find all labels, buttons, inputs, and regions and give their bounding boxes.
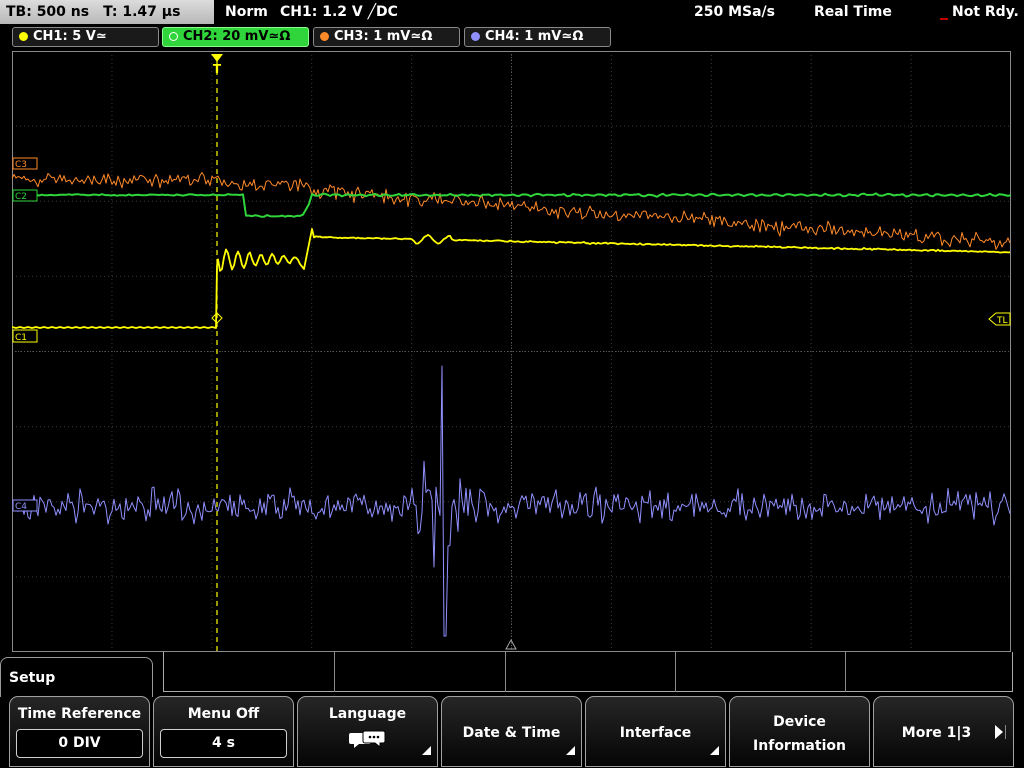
softkey-label: More 1|3 <box>901 725 972 741</box>
ch1-ground-marker[interactable]: C1 <box>12 329 38 343</box>
ready-status: Not Rdy. <box>952 4 1019 20</box>
timebase-value: TB: 500 ns <box>6 4 90 20</box>
softkey-label: Date & Time <box>462 725 561 741</box>
strip-divider <box>675 652 676 692</box>
divider <box>1005 725 1006 739</box>
ch4-ground-marker[interactable]: C4 <box>12 499 38 512</box>
language-softkey[interactable]: Language <box>297 696 438 767</box>
submenu-indicator-icon <box>422 746 431 755</box>
acquisition-mode: Real Time <box>814 4 892 20</box>
speech-bubbles-icon <box>348 730 385 749</box>
channel-tab-ch4[interactable]: CH4: 1 mV≃Ω <box>464 27 611 47</box>
waveform-canvas[interactable]: T C3 C2 C1 C4 TL <box>12 51 1011 652</box>
channel-dot-icon <box>19 32 28 41</box>
channel-tab-label: CH4: 1 mV≃Ω <box>485 29 584 44</box>
setup-menu-title[interactable]: Setup <box>0 657 153 697</box>
softkey-bar: Time Reference 0 DIV Menu Off 4 s Langua… <box>0 695 1024 768</box>
status-bar: TB: 500 ns T: 1.47 µs Norm CH1: 1.2 V ╱DC… <box>0 0 1024 24</box>
strip-divider <box>505 652 506 692</box>
timebase-display[interactable]: TB: 500 ns T: 1.47 µs <box>0 0 214 24</box>
channel-dot-icon <box>320 32 329 41</box>
channel-tab-label: CH1: 5 V≃ <box>33 29 107 44</box>
submenu-indicator-icon <box>566 746 575 755</box>
strip-divider <box>334 652 335 692</box>
channel-tab-ch1[interactable]: CH1: 5 V≃ <box>12 27 159 47</box>
ch4-marker-label: C4 <box>15 502 27 512</box>
trigger-level-label: TL <box>996 316 1008 326</box>
waveform-display[interactable]: T C3 C2 C1 C4 TL <box>12 51 1011 652</box>
graticule-grid <box>12 51 1011 652</box>
ch3-ground-marker[interactable]: C3 <box>12 157 38 170</box>
softkey-label-line1: Device <box>773 714 826 730</box>
softkey-label: Time Reference <box>17 706 142 722</box>
info-strip <box>163 652 1013 692</box>
softkey-label: Language <box>328 706 407 722</box>
menu-off-softkey[interactable]: Menu Off 4 s <box>153 696 294 767</box>
channel-dot-icon <box>471 32 480 41</box>
channel-dot-icon <box>169 32 178 41</box>
time-offset-value: T: 1.47 µs <box>103 4 181 20</box>
submenu-indicator-icon <box>710 746 719 755</box>
sample-rate: 250 MSa/s <box>694 4 776 20</box>
interface-softkey[interactable]: Interface <box>585 696 726 767</box>
ch1-marker-label: C1 <box>15 333 27 343</box>
trigger-level-marker[interactable]: TL <box>988 312 1011 326</box>
channel-tab-label: CH3: 1 mV≃Ω <box>334 29 433 44</box>
softkey-label: Menu Off <box>187 706 260 722</box>
trigger-mode[interactable]: Norm <box>225 0 268 24</box>
ch3-marker-label: C3 <box>15 160 27 170</box>
channel-tab-label: CH2: 20 mV≃Ω <box>183 29 291 44</box>
device-information-softkey[interactable]: Device Information <box>729 696 870 767</box>
next-page-icon <box>995 725 1003 739</box>
menu-off-value[interactable]: 4 s <box>160 729 287 758</box>
strip-divider <box>845 652 846 692</box>
date-time-softkey[interactable]: Date & Time <box>441 696 582 767</box>
softkey-label: Interface <box>619 725 692 741</box>
time-reference-value[interactable]: 0 DIV <box>16 729 143 758</box>
trigger-position-marker[interactable]: T <box>211 54 223 76</box>
ch2-marker-label: C2 <box>15 192 27 202</box>
softkey-label-line2: Information <box>753 738 846 754</box>
waveform-traces <box>12 172 1011 637</box>
trigger-settings[interactable]: CH1: 1.2 V ╱DC <box>280 0 398 24</box>
trigger-position-label: T <box>213 62 222 76</box>
channel-tab-ch2[interactable]: CH2: 20 mV≃Ω <box>162 27 309 47</box>
channel-tabs: CH1: 5 V≃ CH2: 20 mV≃Ω CH3: 1 mV≃Ω CH4: … <box>0 26 1024 48</box>
channel-tab-ch3[interactable]: CH3: 1 mV≃Ω <box>313 27 460 47</box>
ch2-ground-marker[interactable]: C2 <box>12 189 38 202</box>
time-reference-softkey[interactable]: Time Reference 0 DIV <box>9 696 150 767</box>
status-indicator <box>940 18 948 20</box>
more-softkey[interactable]: More 1|3 <box>873 696 1014 767</box>
